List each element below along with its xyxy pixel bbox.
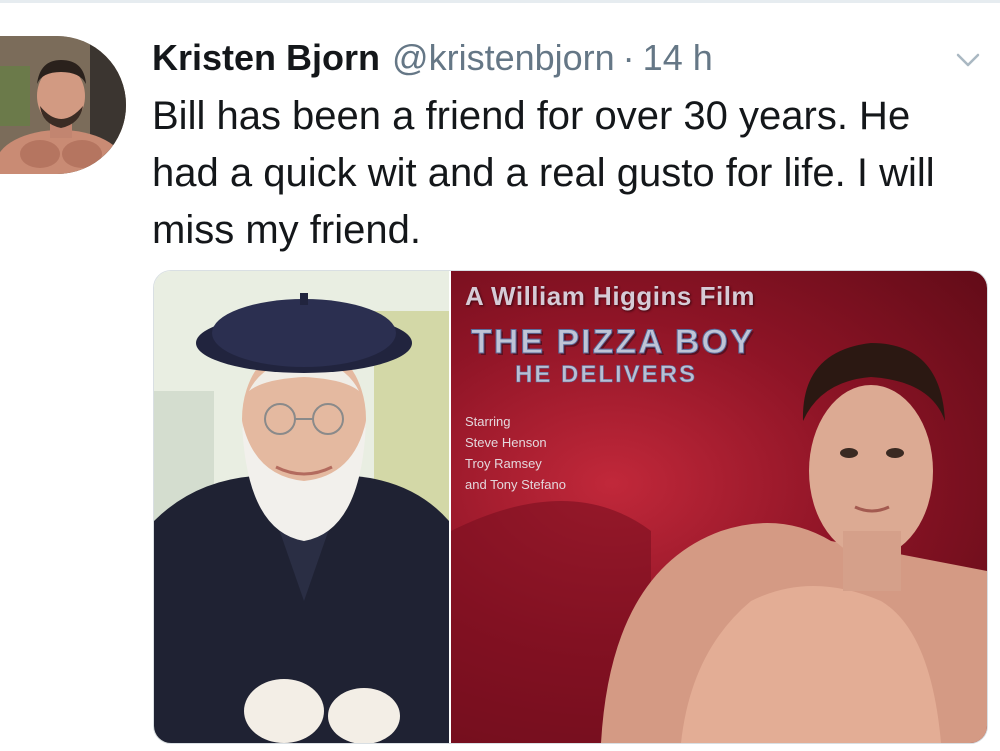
credit-line: Steve Henson	[465, 435, 547, 450]
user-handle[interactable]: @kristenbjorn	[392, 33, 615, 83]
photo-man-in-beret	[154, 271, 449, 743]
timestamp[interactable]: 14 h	[643, 33, 713, 83]
avatar[interactable]	[0, 36, 126, 174]
poster-credits: Starring Steve Henson Troy Ramsey and To…	[465, 411, 566, 495]
tweet-media[interactable]: A William Higgins Film THE PIZZA BOY HE …	[153, 270, 988, 744]
credit-line: and Tony Stefano	[465, 477, 566, 492]
chevron-down-icon[interactable]	[952, 48, 984, 72]
display-name[interactable]: Kristen Bjorn	[152, 33, 380, 83]
poster-subtitle: HE DELIVERS	[515, 361, 698, 389]
credit-line: Troy Ramsey	[465, 456, 542, 471]
tweet-text: Bill has been a friend for over 30 years…	[152, 94, 935, 252]
poster-title: THE PIZZA BOY	[471, 323, 755, 362]
movie-poster: A William Higgins Film THE PIZZA BOY HE …	[451, 271, 987, 743]
top-divider	[0, 0, 1000, 3]
tweet-header: Kristen Bjorn @kristenbjorn · 14 h	[152, 33, 713, 83]
credit-line: Starring	[465, 414, 511, 429]
separator: ·	[622, 37, 635, 78]
poster-caption: A William Higgins Film	[465, 281, 756, 311]
